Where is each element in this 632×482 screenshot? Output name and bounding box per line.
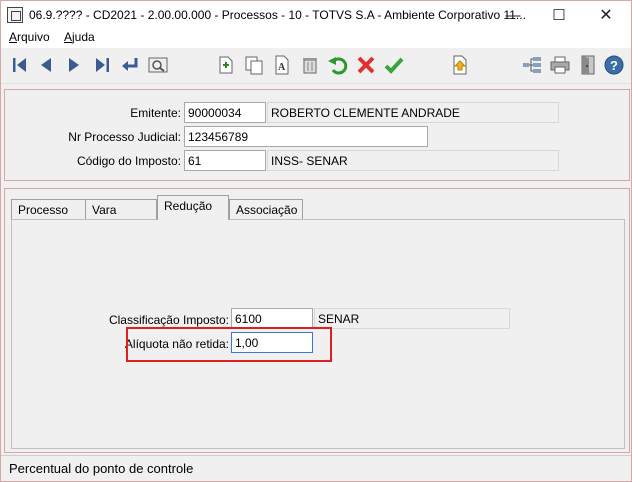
processo-label: Nr Processo Judicial:: [68, 130, 181, 144]
zoom-icon[interactable]: [145, 52, 171, 78]
tree-icon[interactable]: [519, 52, 545, 78]
previous-record-icon[interactable]: [33, 52, 59, 78]
processo-field[interactable]: 123456789: [184, 126, 428, 147]
new-icon[interactable]: [213, 52, 239, 78]
undo-icon[interactable]: [325, 52, 351, 78]
classificacao-description: SENAR: [314, 308, 510, 329]
status-bar: Percentual do ponto de controle: [1, 455, 631, 481]
next-record-icon[interactable]: [61, 52, 87, 78]
tab-processo[interactable]: Processo: [11, 199, 87, 219]
emitente-field[interactable]: 90000034: [184, 102, 266, 123]
classificacao-field[interactable]: 6100: [231, 308, 313, 329]
main-window: 06.9.???? - CD2021 - 2.00.00.000 - Proce…: [0, 0, 632, 482]
menu-arquivo[interactable]: Arquivo: [9, 30, 50, 44]
exit-icon[interactable]: [575, 52, 601, 78]
imposto-label: Código do Imposto:: [76, 154, 181, 168]
help-icon[interactable]: ?: [601, 52, 627, 78]
confirm-icon[interactable]: [381, 52, 407, 78]
svg-text:A: A: [278, 62, 286, 73]
tab-vara[interactable]: Vara: [85, 199, 157, 219]
imposto-description: INSS- SENAR: [267, 150, 559, 171]
classificacao-label: Classificação Imposto:: [108, 313, 229, 327]
menu-bar: Arquivo Ajuda: [1, 29, 631, 48]
last-record-icon[interactable]: [89, 52, 115, 78]
delete-icon[interactable]: [297, 52, 323, 78]
first-record-icon[interactable]: [7, 52, 33, 78]
app-icon: [7, 7, 23, 23]
highlight-box: [126, 327, 332, 362]
menu-ajuda[interactable]: Ajuda: [64, 30, 95, 44]
close-button[interactable]: ✕: [583, 1, 629, 29]
cancel-icon[interactable]: [353, 52, 379, 78]
title-bar: 06.9.???? - CD2021 - 2.00.00.000 - Proce…: [1, 1, 631, 29]
print-icon[interactable]: [547, 52, 573, 78]
goto-icon[interactable]: [117, 52, 143, 78]
minimize-button[interactable]: —: [490, 1, 536, 29]
upload-icon[interactable]: [447, 52, 473, 78]
maximize-button[interactable]: ☐: [536, 1, 582, 29]
edit-icon[interactable]: A: [269, 52, 295, 78]
window-title: 06.9.???? - CD2021 - 2.00.00.000 - Proce…: [29, 8, 526, 22]
tab-associacao[interactable]: Associação: [229, 199, 303, 219]
imposto-field[interactable]: 61: [184, 150, 266, 171]
emitente-label: Emitente:: [130, 106, 181, 120]
toolbar: A ?: [1, 48, 631, 84]
copy-icon[interactable]: [241, 52, 267, 78]
emitente-description: ROBERTO CLEMENTE ANDRADE: [267, 102, 559, 123]
tab-reducao[interactable]: Redução: [157, 195, 229, 220]
svg-text:?: ?: [610, 58, 618, 73]
status-text: Percentual do ponto de controle: [9, 461, 194, 476]
